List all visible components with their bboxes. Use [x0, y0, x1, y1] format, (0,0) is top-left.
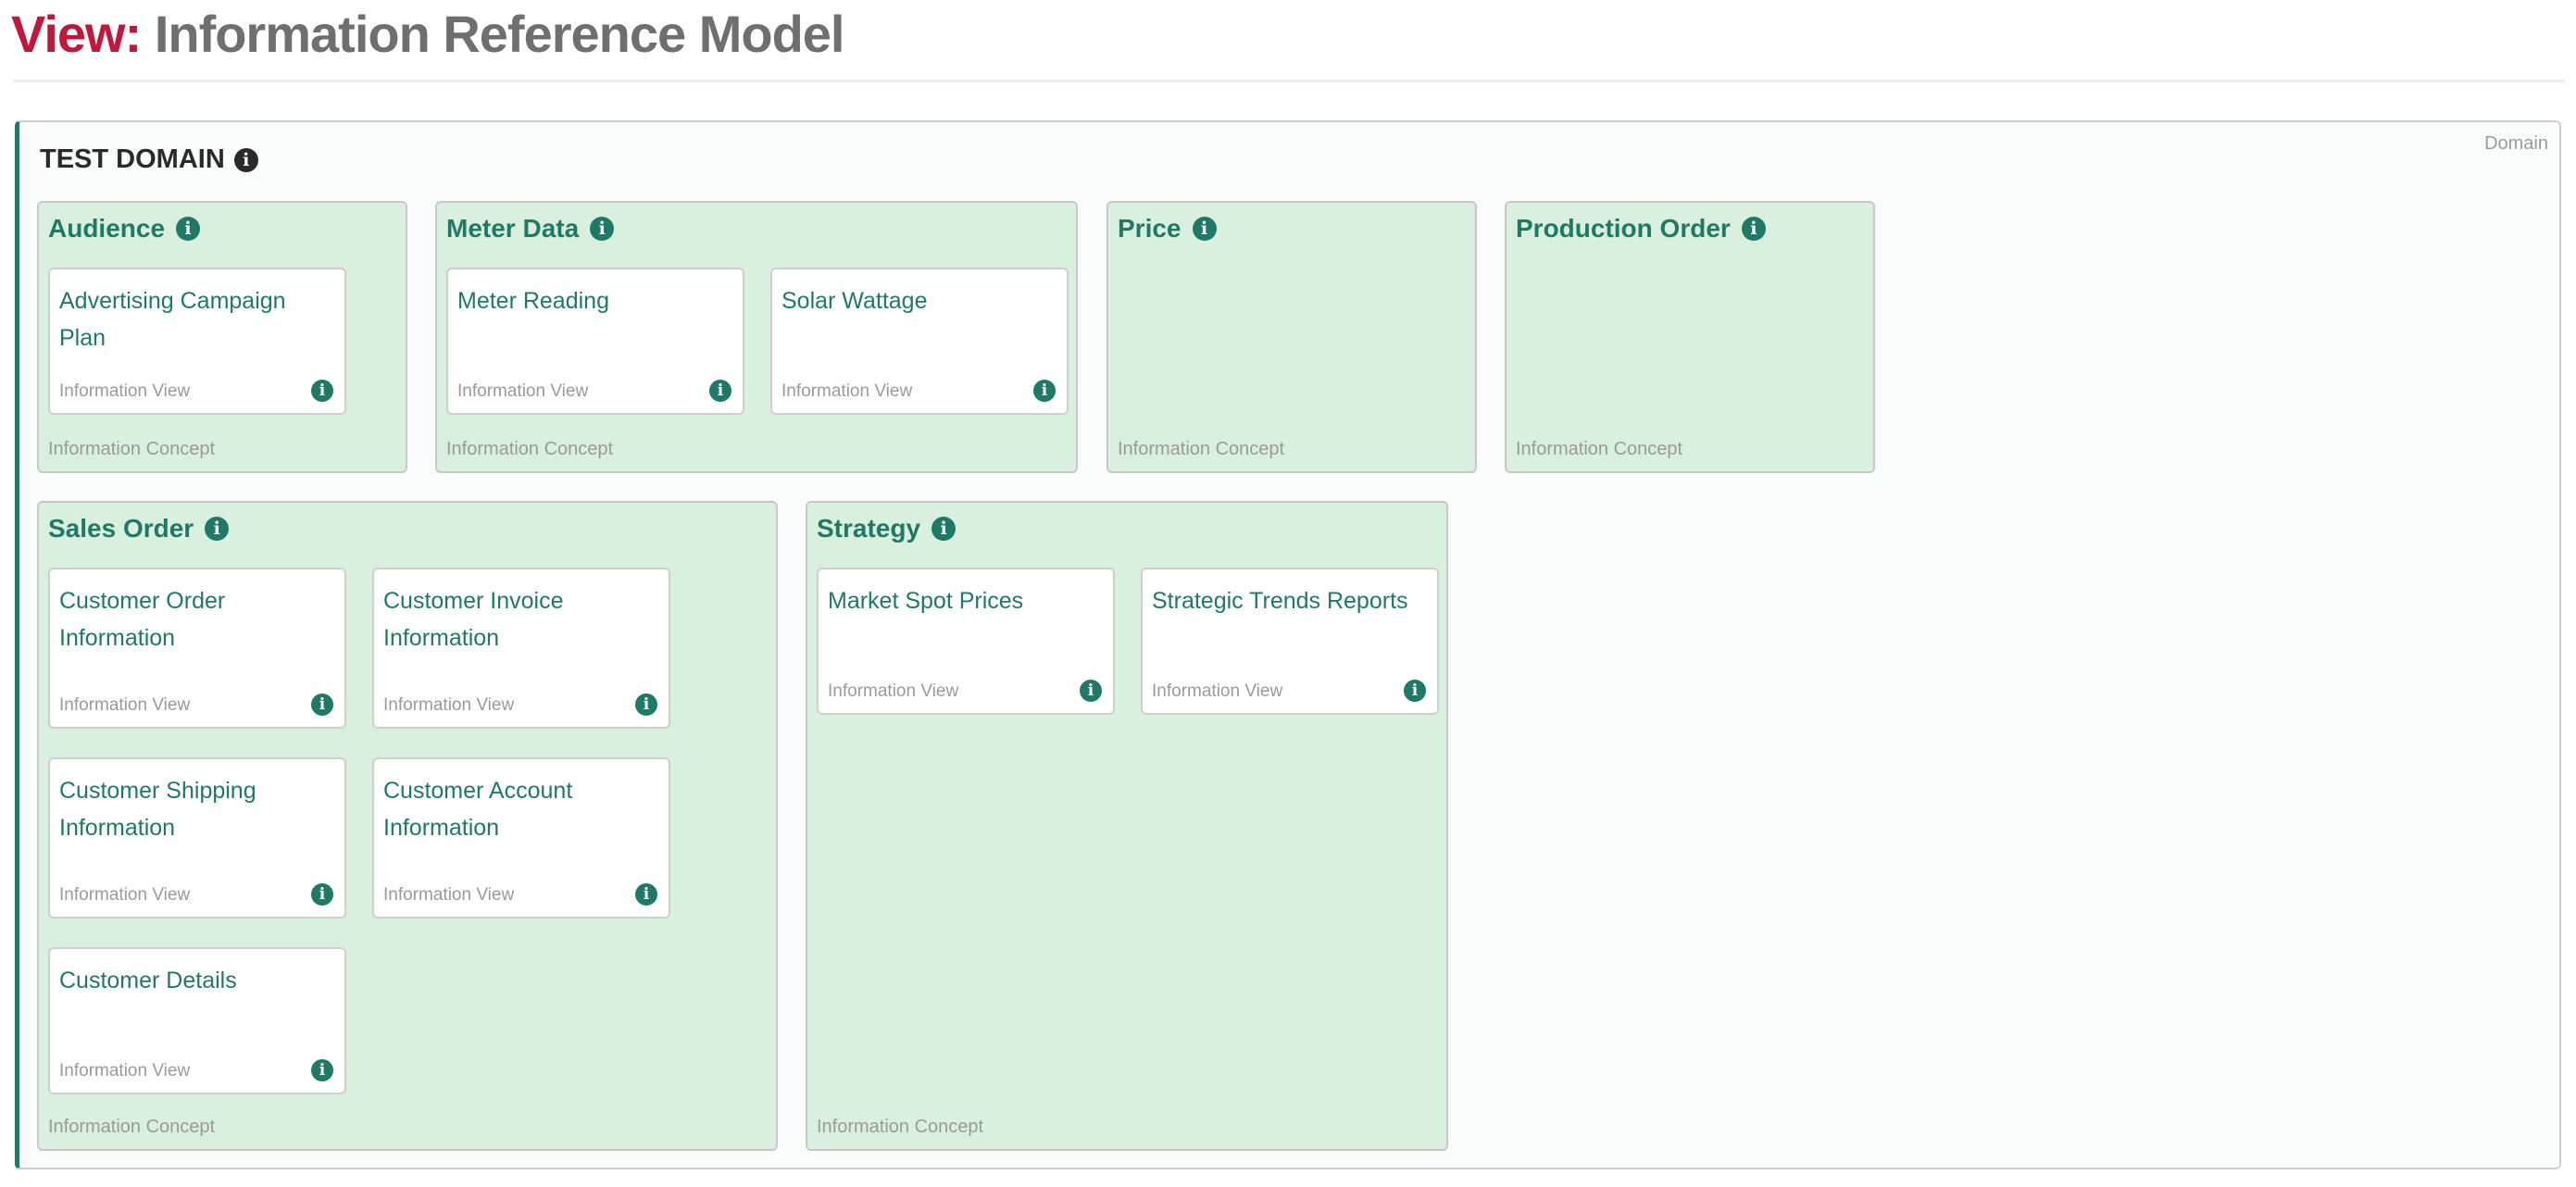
info-circle-icon[interactable]: i [205, 517, 230, 541]
info-circle-icon[interactable]: i [1033, 380, 1056, 402]
concept-type-label: Information Concept [48, 439, 216, 459]
view-card[interactable]: Customer Order Information Information V… [48, 568, 346, 729]
info-circle-icon[interactable]: i [311, 380, 333, 402]
domain-container: TEST DOMAIN i Domain Audience i Advertis… [15, 120, 2561, 1169]
view-card[interactable]: Customer Invoice Information Information… [372, 568, 670, 729]
view-type-label: Information View [59, 381, 191, 401]
concept-title: Sales Order i [48, 514, 230, 544]
concept-type-label: Information Concept [446, 439, 614, 459]
info-circle-icon[interactable]: i [311, 693, 333, 716]
concept-meter-data[interactable]: Meter Data i Meter Reading Information V… [435, 201, 1078, 473]
view-name: Customer Account Information [383, 778, 573, 841]
concept-name: Production Order [1516, 214, 1731, 243]
view-name: Solar Wattage [782, 288, 928, 314]
concept-title: Audience i [48, 214, 201, 244]
concept-type-label: Information Concept [1118, 439, 1285, 459]
concept-title: Strategy i [817, 514, 957, 544]
domain-title[interactable]: TEST DOMAIN i [40, 144, 258, 175]
view-name: Customer Invoice Information [383, 588, 564, 651]
view-type-label: Information View [1152, 681, 1283, 701]
view-type-label: Information View [59, 1061, 191, 1081]
view-card[interactable]: Customer Details Information View i [48, 947, 346, 1094]
concept-name: Sales Order [48, 514, 194, 543]
page-title: View: Information Reference Model [11, 2, 844, 67]
concept-strategy[interactable]: Strategy i Market Spot Prices Informatio… [806, 501, 1448, 1151]
concept-type-label: Information Concept [817, 1117, 984, 1137]
view-card[interactable]: Market Spot Prices Information View i [817, 568, 1115, 715]
concept-type-label: Information Concept [48, 1117, 216, 1137]
concept-audience[interactable]: Audience i Advertising Campaign Plan Inf… [37, 201, 407, 473]
view-type-label: Information View [383, 885, 515, 905]
info-circle-icon[interactable]: i [233, 147, 258, 172]
info-circle-icon[interactable]: i [1404, 680, 1426, 702]
view-type-label: Information View [782, 381, 913, 401]
view-name: Advertising Campaign Plan [59, 288, 286, 351]
view-type-label: Information View [828, 681, 959, 701]
info-circle-icon[interactable]: i [635, 883, 657, 906]
page-title-prefix: View: [11, 5, 142, 63]
concept-price[interactable]: Price i Information Concept [1107, 201, 1477, 473]
view-type-label: Information View [457, 381, 589, 401]
view-name: Customer Order Information [59, 588, 226, 651]
view-card[interactable]: Customer Shipping Information Informatio… [48, 757, 346, 918]
concept-title: Meter Data i [446, 214, 615, 244]
info-circle-icon[interactable]: i [932, 517, 957, 541]
concept-title: Price i [1118, 214, 1217, 244]
view-name: Strategic Trends Reports [1152, 588, 1408, 614]
domain-name: TEST DOMAIN [40, 144, 225, 174]
info-circle-icon[interactable]: i [311, 1059, 333, 1081]
info-circle-icon[interactable]: i [1192, 217, 1217, 241]
concept-title: Production Order i [1516, 214, 1766, 244]
view-card[interactable]: Solar Wattage Information View i [770, 268, 1069, 415]
concept-production-order[interactable]: Production Order i Information Concept [1505, 201, 1875, 473]
view-name: Meter Reading [457, 288, 609, 314]
info-circle-icon[interactable]: i [635, 693, 657, 716]
view-name: Customer Shipping Information [59, 778, 256, 841]
concept-type-label: Information Concept [1516, 439, 1683, 459]
view-type-label: Information View [59, 885, 191, 905]
page-title-name: Information Reference Model [154, 5, 845, 63]
view-name: Customer Details [59, 968, 237, 993]
view-card[interactable]: Meter Reading Information View i [446, 268, 744, 415]
concept-name: Meter Data [446, 214, 580, 243]
info-circle-icon[interactable]: i [311, 883, 333, 906]
view-type-label: Information View [59, 695, 191, 715]
view-card[interactable]: Advertising Campaign Plan Information Vi… [48, 268, 346, 415]
view-name: Market Spot Prices [828, 588, 1024, 614]
info-circle-icon[interactable]: i [1741, 217, 1766, 241]
view-card[interactable]: Strategic Trends Reports Information Vie… [1141, 568, 1439, 715]
concept-sales-order[interactable]: Sales Order i Customer Order Information… [37, 501, 778, 1151]
concept-name: Strategy [817, 514, 921, 543]
info-circle-icon[interactable]: i [590, 217, 615, 241]
view-type-label: Information View [383, 695, 515, 715]
concept-name: Audience [48, 214, 166, 243]
header-divider [13, 80, 2565, 82]
view-card[interactable]: Customer Account Information Information… [372, 757, 670, 918]
domain-type-label: Domain [2484, 133, 2548, 154]
concept-name: Price [1118, 214, 1182, 243]
info-circle-icon[interactable]: i [709, 380, 732, 402]
info-circle-icon[interactable]: i [176, 217, 201, 241]
info-circle-icon[interactable]: i [1080, 680, 1102, 702]
